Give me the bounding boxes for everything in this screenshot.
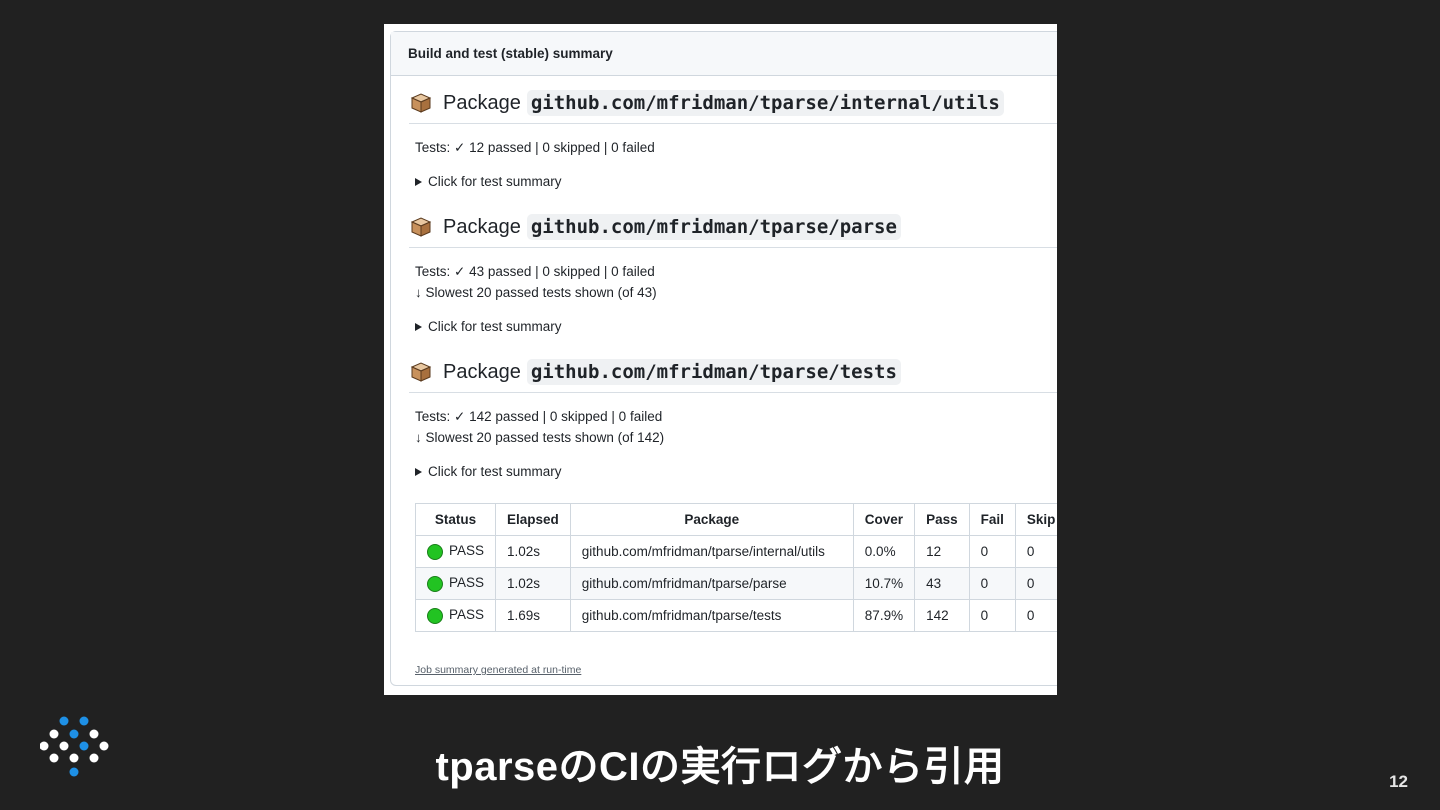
page-number: 12 [1389, 772, 1408, 791]
slide-caption: tparseのCIの実行ログから引用 [435, 745, 1005, 789]
caption-area: tparseのCIの実行ログから引用 [0, 0, 1440, 810]
